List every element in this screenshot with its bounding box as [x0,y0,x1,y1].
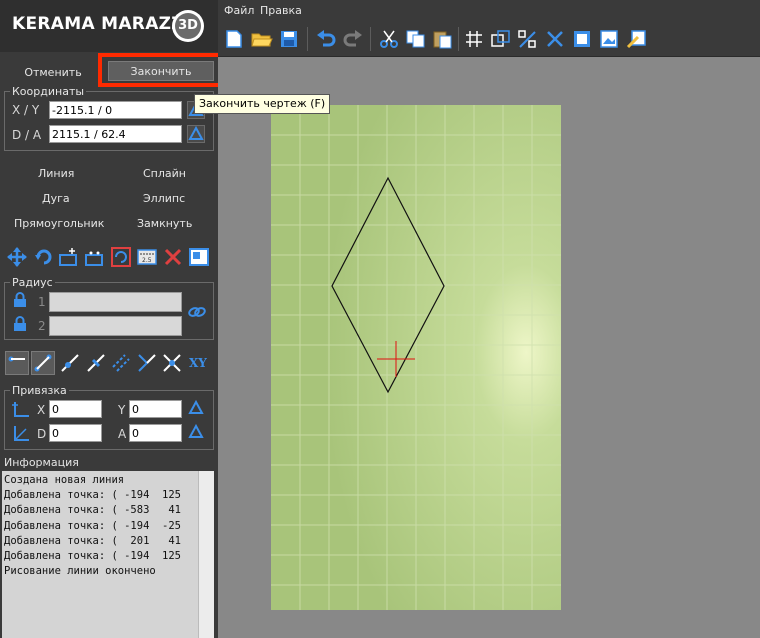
perpendicular-icon[interactable] [85,352,107,374]
toolbar-separator [370,27,371,51]
copy-icon[interactable] [405,29,427,49]
properties-icon[interactable] [188,246,210,268]
toolbar [218,22,760,57]
info-log[interactable]: Создана новая линия Добавлена точка: ( -1… [2,471,214,638]
measure-icon[interactable]: 2.5 [136,246,158,268]
mirror-icon[interactable] [110,246,132,268]
lock-icon[interactable] [13,292,27,308]
toolbar-separator [307,27,308,51]
offset-xy-icon [12,402,29,417]
radius-2-field[interactable] [49,316,182,336]
close-shape-tool[interactable]: Замкнуть [137,217,192,230]
move-icon[interactable] [6,246,28,268]
toolbar-separator [458,27,459,51]
frame-icon[interactable] [572,29,592,49]
snap-d-label: D [37,427,47,441]
info-log-text: Создана новая линия Добавлена точка: ( -1… [4,473,196,633]
coordinates-title: Координаты [10,85,87,98]
info-scrollbar[interactable] [198,471,214,638]
svg-text:2.5: 2.5 [142,257,152,264]
snap-x-field[interactable]: 0 [49,400,102,418]
snap-line-icon[interactable] [59,352,81,374]
spline-tool[interactable]: Сплайн [143,167,186,180]
radius-title: Радиус [10,276,55,289]
new-file-icon[interactable] [224,29,244,49]
logo-bar: KERAMA MARAZZI 3D [0,0,218,52]
ellipse-tool[interactable]: Эллипс [143,192,185,205]
segment-mode-icon[interactable] [5,351,29,375]
info-log-line: Добавлена точка: ( -194 -25 [4,519,182,532]
snap-d-field[interactable]: 0 [49,424,102,442]
intersection-icon[interactable] [161,352,183,374]
menu-edit[interactable]: Правка [260,4,302,17]
info-title: Информация [4,456,79,469]
undo-icon[interactable] [315,29,337,49]
open-folder-icon[interactable] [251,29,273,49]
snap-x-label: X [37,403,46,417]
percent-icon[interactable] [517,29,539,49]
add-point-icon[interactable] [58,246,80,268]
xy-label: X / Y [12,103,40,117]
polyline-mode-icon[interactable] [31,351,55,375]
snap-title: Привязка [10,384,69,397]
finish-tooltip: Закончить чертеж (F) [194,94,331,114]
info-log-line: Добавлена точка: ( -194 125 [4,489,182,502]
rotate-icon[interactable] [33,246,55,268]
finish-highlight-frame [98,53,223,87]
da-delta-toggle[interactable] [187,125,205,143]
parallel-icon[interactable] [110,352,132,374]
radius-1-field[interactable] [49,292,182,312]
cut-icon[interactable] [378,29,400,49]
left-panel: KERAMA MARAZZI 3D Отменить Закончить Коо… [0,0,223,638]
paste-icon[interactable] [432,29,454,49]
drawing-canvas[interactable] [218,57,760,638]
app-logo: KERAMA MARAZZI [12,14,191,34]
info-log-line: Добавлена точка: ( 201 41 [4,534,182,547]
delete-icon[interactable] [162,246,184,268]
radius-2-label: 2 [38,319,46,333]
snap-a-field[interactable]: 0 [129,424,182,442]
grid-icon[interactable] [464,29,484,49]
drawing-sheet[interactable] [271,105,561,610]
logo-3d-badge: 3D [172,10,204,42]
info-log-line: Добавлена точка: ( -583 41 [4,504,182,517]
link-icon[interactable] [187,304,207,320]
resize-icon[interactable] [490,29,512,49]
close-x-icon[interactable] [545,29,565,49]
snap-xy-delta-icon[interactable] [187,399,205,417]
info-log-line: Добавлена точка: ( -194 125 [4,550,182,563]
snap-y-label: Y [118,403,126,417]
line-tool[interactable]: Линия [38,167,74,180]
redo-icon[interactable] [342,29,364,49]
rectangle-tool[interactable]: Прямоугольник [14,217,104,230]
logo-3d-text: 3D [175,13,201,39]
da-field[interactable]: 2115.1 / 62.4 [49,125,182,143]
radius-1-label: 1 [38,295,46,309]
snap-y-field[interactable]: 0 [129,400,182,418]
info-log-line: Создана новая линия [4,474,125,486]
snap-a-label: A [118,427,127,441]
xy-field[interactable]: -2115.1 / 0 [49,101,182,119]
menu-bar: Файл Правка [218,0,760,22]
info-log-line: Рисование линии окончено [4,565,156,578]
offset-da-icon [14,426,29,441]
menu-file[interactable]: Файл [224,4,254,17]
snap-group [4,390,214,450]
remove-point-icon[interactable] [84,246,106,268]
angle-icon[interactable] [136,352,158,374]
export-image-icon[interactable] [626,29,648,49]
cancel-button[interactable]: Отменить [14,64,92,82]
lock-icon[interactable] [13,316,27,332]
snap-da-delta-icon[interactable] [187,423,205,441]
xy-button[interactable]: XY [189,356,207,370]
arc-tool[interactable]: Дуга [42,192,70,205]
save-icon[interactable] [279,29,299,49]
da-label: D / A [12,128,42,142]
image-icon[interactable] [599,29,619,49]
